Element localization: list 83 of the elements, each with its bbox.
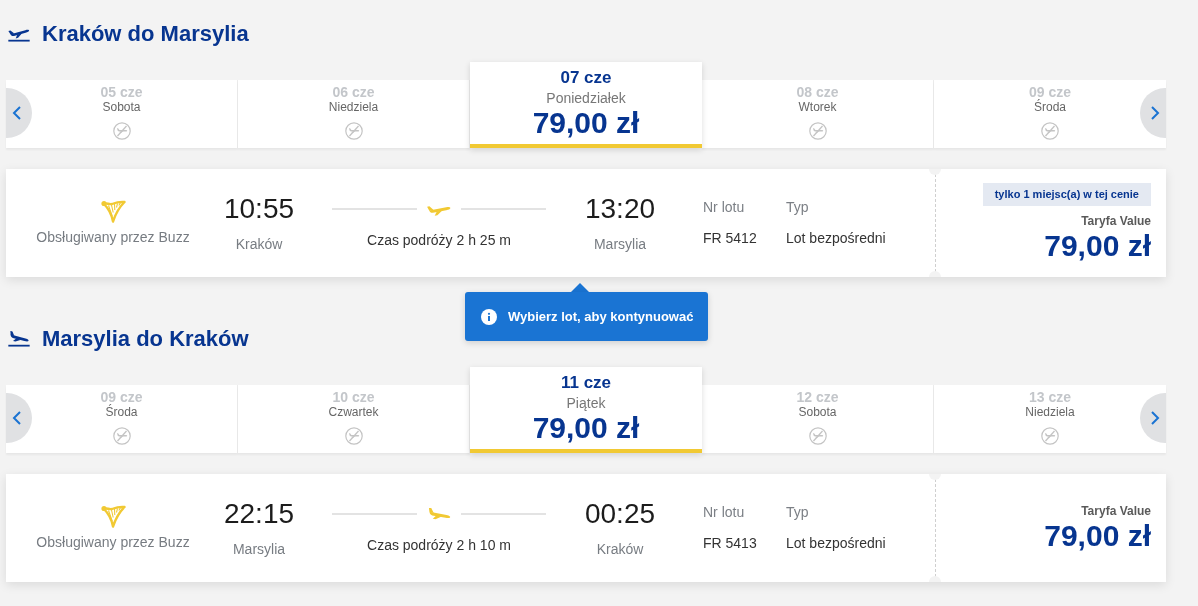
- date-label: 10 cze: [332, 389, 375, 405]
- plane-crossed-icon: [1041, 122, 1059, 140]
- duration-label: Czas podróży 2 h 25 m: [367, 231, 511, 249]
- date-label: 05 cze: [100, 84, 143, 100]
- plane-crossed-icon: [808, 427, 827, 445]
- date-label: 08 cze: [796, 84, 839, 100]
- operator-label: Obsługiwany przez Buzz: [36, 228, 190, 246]
- date-label: 12 cze: [796, 389, 839, 405]
- harp-icon: [100, 504, 126, 528]
- day-price: 79,00 zł: [532, 106, 640, 140]
- chevron-left-icon: [12, 411, 22, 425]
- fare-price: 79,00 zł: [1044, 518, 1151, 553]
- plane-crossed-icon: [1041, 427, 1059, 445]
- day-price: 79,00 zł: [532, 411, 640, 445]
- weekday-label: Środa: [1034, 100, 1066, 114]
- plane-crossed-icon: [808, 122, 827, 140]
- arrival-time: 00:25: [584, 498, 656, 530]
- departure-time: 22:15: [223, 498, 295, 530]
- ticket-notch: [929, 271, 941, 277]
- chevron-right-icon: [1150, 411, 1160, 425]
- date-label: 07 cze: [560, 68, 612, 88]
- date-tab[interactable]: 06 cze Niedziela: [238, 80, 470, 148]
- date-label: 09 cze: [100, 389, 143, 405]
- weekday-label: Niedziela: [328, 100, 379, 114]
- departure-city: Kraków: [235, 235, 283, 253]
- date-label: 06 cze: [332, 84, 375, 100]
- date-tab[interactable]: 07 cze Poniedziałek 79,00 zł: [470, 62, 702, 148]
- flight-number: FR 5413: [703, 534, 757, 552]
- info-icon: [481, 308, 497, 325]
- arrival-city: Kraków: [596, 540, 644, 558]
- date-label: 09 cze: [1028, 84, 1071, 100]
- route-title: Kraków do Marsylia: [42, 20, 249, 48]
- harp-icon: [100, 199, 126, 223]
- departure-city: Marsylia: [232, 540, 286, 558]
- date-tab[interactable]: 10 cze Czwartek: [238, 385, 470, 453]
- date-tab[interactable]: 12 cze Sobota: [702, 385, 934, 453]
- weekday-label: Czwartek: [328, 405, 379, 419]
- fare-label: Taryfa Value: [1081, 214, 1151, 228]
- fare-label: Taryfa Value: [1081, 503, 1151, 518]
- fare-price: 79,00 zł: [1044, 229, 1151, 263]
- date-tab[interactable]: 09 cze Środa: [934, 80, 1166, 148]
- weekday-label: Wtorek: [798, 100, 837, 114]
- route-title: Marsylia do Kraków: [42, 325, 249, 353]
- landing-plane-icon: [8, 331, 30, 347]
- flight-type-label: Typ: [786, 503, 809, 521]
- plane-crossed-icon: [344, 122, 363, 140]
- weekday-label: Niedziela: [1025, 405, 1075, 419]
- weekday-label: Piątek: [566, 395, 606, 411]
- weekday-label: Sobota: [798, 405, 837, 419]
- date-tab[interactable]: 08 cze Wtorek: [702, 80, 934, 148]
- weekday-label: Sobota: [102, 100, 141, 114]
- ticket-notch: [929, 474, 941, 480]
- flight-card[interactable]: Obsługiwany przez Buzz 10:55 Kraków Czas podróży 2 h 25 m 13:20 Marsylia Nr lotu FR 5412 Typ Lot bezpośredni tylko 1 miejsc(a) w tej cenie Taryfa Value 79,00 zł: [6, 169, 1166, 277]
- flight-number-label: Nr lotu: [703, 503, 745, 521]
- ticket-notch: [929, 169, 941, 175]
- flight-number-label: Nr lotu: [703, 198, 745, 216]
- chevron-left-icon: [12, 106, 22, 120]
- departure-time: 10:55: [223, 193, 295, 225]
- flight-type: Lot bezpośredni: [786, 534, 886, 552]
- arrival-city: Marsylia: [593, 235, 647, 253]
- plane-crossed-icon: [112, 122, 131, 140]
- date-tab[interactable]: 05 cze Sobota: [6, 80, 238, 148]
- plane-icon: [427, 507, 451, 521]
- flight-card[interactable]: Obsługiwany przez Buzz 22:15 Marsylia Czas podróży 2 h 10 m 00:25 Kraków Nr lotu FR 5413 Typ Lot bezpośredni Taryfa Value 79,00 zł: [6, 474, 1166, 582]
- weekday-label: Poniedziałek: [546, 90, 626, 106]
- plane-crossed-icon: [112, 427, 131, 445]
- arrival-time: 13:20: [584, 193, 656, 225]
- weekday-label: Środa: [105, 405, 138, 419]
- date-tab[interactable]: 13 cze Niedziela: [934, 385, 1166, 453]
- date-tab[interactable]: 09 cze Środa: [6, 385, 238, 453]
- date-label: 11 cze: [560, 373, 612, 393]
- date-label: 13 cze: [1028, 389, 1071, 405]
- tooltip-text: Wybierz lot, aby kontynuować: [508, 309, 694, 324]
- plane-crossed-icon: [344, 427, 363, 445]
- flight-type-label: Typ: [786, 198, 809, 216]
- duration-label: Czas podróży 2 h 10 m: [367, 536, 511, 554]
- ticket-notch: [929, 576, 941, 582]
- chevron-right-icon: [1150, 106, 1160, 120]
- seats-left-badge: tylko 1 miejsc(a) w tej cenie: [982, 183, 1151, 206]
- date-tab[interactable]: 11 cze Piątek 79,00 zł: [470, 367, 702, 453]
- flight-type: Lot bezpośredni: [786, 229, 886, 247]
- operator-label: Obsługiwany przez Buzz: [36, 533, 190, 551]
- flight-number: FR 5412: [703, 229, 757, 247]
